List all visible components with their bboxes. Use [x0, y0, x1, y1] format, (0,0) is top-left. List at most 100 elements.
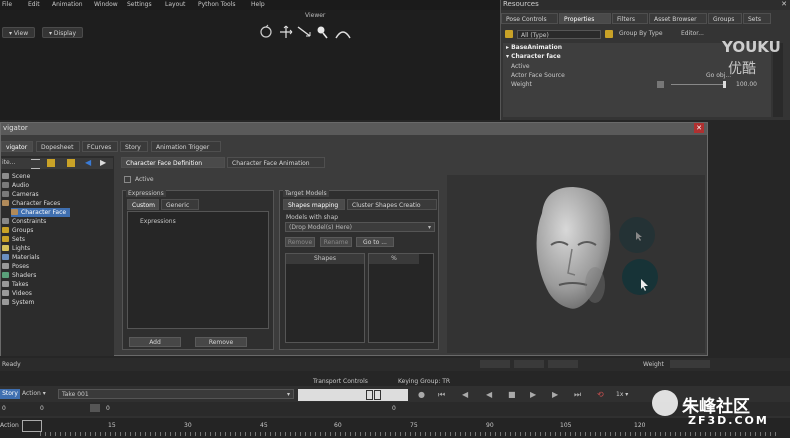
select-arrow-icon[interactable]	[297, 26, 311, 37]
shapes-column[interactable]: Shapes	[285, 253, 365, 343]
play-icon[interactable]: ▶	[530, 390, 536, 399]
resources-close-icon[interactable]: ✕	[781, 0, 787, 8]
back-arrow-icon[interactable]: ◀	[85, 158, 91, 167]
active-checkbox[interactable]	[124, 176, 131, 183]
tree-search-label[interactable]: ite...	[2, 159, 15, 166]
status-field-1[interactable]	[480, 360, 510, 368]
stop-icon[interactable]: ■	[508, 390, 516, 399]
rename-model-button[interactable]: Rename	[320, 237, 352, 247]
take-dropdown[interactable]: Take 001 ▾	[58, 389, 294, 399]
folder-icon[interactable]	[605, 30, 613, 38]
play-reverse-icon[interactable]: ◀	[486, 390, 492, 399]
group-by-dropdown[interactable]: Group By Type	[619, 30, 663, 37]
percent-column[interactable]: %	[368, 253, 434, 343]
timeline-range-bar[interactable]	[298, 389, 408, 401]
playhead-marker[interactable]	[22, 420, 42, 432]
go-to-button[interactable]: Go to ...	[356, 237, 394, 247]
tab-cluster-shapes-creation[interactable]: Cluster Shapes Creatio	[347, 199, 437, 210]
menu-edit[interactable]: Edit	[28, 1, 40, 8]
expressions-list[interactable]: Expressions	[127, 211, 269, 329]
translate-icon[interactable]	[280, 25, 293, 38]
tab-generic[interactable]: Generic	[161, 199, 199, 210]
tab-character-face-animation[interactable]: Character Face Animation	[227, 157, 325, 168]
step-back-icon[interactable]: ◀	[462, 390, 468, 399]
menu-help[interactable]: Help	[251, 1, 265, 8]
rotate-icon[interactable]	[260, 24, 272, 38]
list-icon[interactable]	[31, 159, 40, 169]
tree-item-constraints[interactable]: Constraints	[2, 217, 46, 226]
tab-dopesheet[interactable]: Dopesheet	[36, 141, 80, 152]
tree-item-character-face[interactable]: Character Face	[11, 208, 71, 217]
tab-story[interactable]: Story	[120, 141, 148, 152]
add-expression-button[interactable]: Add	[129, 337, 181, 347]
menu-settings[interactable]: Settings	[127, 1, 152, 8]
tree-item-takes[interactable]: Takes	[2, 280, 28, 289]
menu-window[interactable]: Window	[94, 1, 118, 8]
tree-item-audio[interactable]: Audio	[2, 181, 29, 190]
tree-item-lights[interactable]: Lights	[2, 244, 30, 253]
weight-field[interactable]	[670, 360, 710, 368]
tab-custom[interactable]: Custom	[127, 199, 159, 210]
tab-animation-trigger[interactable]: Animation Trigger	[151, 141, 221, 152]
tree-item-cameras[interactable]: Cameras	[2, 190, 39, 199]
menu-animation[interactable]: Animation	[52, 1, 83, 8]
tree-item-videos[interactable]: Videos	[2, 289, 32, 298]
step-forward-icon[interactable]: ▶	[552, 390, 558, 399]
control-node-lower[interactable]	[622, 259, 658, 295]
zoom-icon[interactable]	[317, 26, 328, 39]
view-menu-button[interactable]: ▾ View	[2, 27, 36, 38]
tab-sets[interactable]: Sets	[743, 13, 771, 24]
goto-end-icon[interactable]: ⏭	[574, 390, 581, 400]
viewer-panel[interactable]: Viewer ▾ View ▾ Display	[0, 10, 500, 120]
frame-field-b[interactable]: 0	[40, 405, 44, 412]
tab-shapes-mapping[interactable]: Shapes mapping	[283, 199, 345, 210]
tree-item-poses[interactable]: Poses	[2, 262, 29, 271]
forward-arrow-icon[interactable]: ▶	[100, 158, 106, 167]
tab-fcurves[interactable]: FCurves	[82, 141, 118, 152]
tab-groups[interactable]: Groups	[708, 13, 742, 24]
tree-item-groups[interactable]: Groups	[2, 226, 33, 235]
tab-pose-controls[interactable]: Pose Controls	[501, 13, 558, 24]
tab-properties[interactable]: Properties	[559, 13, 611, 24]
range-end-handle[interactable]	[374, 390, 381, 400]
status-field-2[interactable]	[514, 360, 544, 368]
navigator-close-icon[interactable]: ✕	[694, 123, 704, 133]
tree-item-materials[interactable]: Materials	[2, 253, 40, 262]
remove-expression-button[interactable]: Remove	[195, 337, 247, 347]
goto-start-icon[interactable]: ⏮	[438, 390, 445, 400]
folder-filter-icon[interactable]	[47, 159, 55, 167]
tree-item-scene[interactable]: Scene	[2, 172, 30, 181]
status-field-3[interactable]	[548, 360, 578, 368]
lock-filter-icon[interactable]	[67, 159, 75, 167]
editor-button[interactable]: Editor...	[681, 30, 704, 37]
right-frame[interactable]: 0	[392, 405, 396, 412]
lock-icon[interactable]	[505, 30, 513, 38]
drop-models-field[interactable]: (Drop Model(s) Here) ▾	[285, 222, 435, 232]
frame-field-a[interactable]: 0	[2, 405, 6, 412]
current-frame[interactable]: 0	[106, 405, 110, 412]
type-filter-dropdown[interactable]: All (Type)	[517, 30, 601, 39]
tab-character-face-definition[interactable]: Character Face Definition	[121, 157, 225, 168]
weight-key-icon[interactable]	[657, 81, 664, 88]
tree-item-sets[interactable]: Sets	[2, 235, 25, 244]
story-mode-button[interactable]: Story	[0, 389, 20, 399]
weight-slider[interactable]	[671, 84, 723, 85]
face-preview-viewport[interactable]	[447, 175, 705, 353]
remove-model-button[interactable]: Remove	[285, 237, 315, 247]
action-mode-dropdown[interactable]: Action ▾	[22, 389, 56, 399]
range-start-handle[interactable]	[366, 390, 373, 400]
orbit-arc-icon[interactable]	[335, 31, 351, 39]
menu-layout[interactable]: Layout	[165, 1, 185, 8]
loop-icon[interactable]: ⟲	[597, 390, 604, 399]
timeline-ruler[interactable]: Action 15 30 45 60 75 90 105 120	[0, 418, 790, 438]
weight-value[interactable]: 100.00	[736, 80, 757, 89]
tab-navigator[interactable]: vigator	[1, 141, 33, 152]
record-icon[interactable]: ●	[418, 390, 425, 399]
weight-slider-handle[interactable]	[723, 81, 726, 88]
tab-filters[interactable]: Filters	[612, 13, 648, 24]
tree-item-system[interactable]: System	[2, 298, 34, 307]
menu-python-tools[interactable]: Python Tools	[198, 1, 236, 8]
tree-item-character-faces[interactable]: Character Faces	[2, 199, 60, 208]
display-menu-button[interactable]: ▾ Display	[42, 27, 84, 38]
tab-asset-browser[interactable]: Asset Browser	[649, 13, 707, 24]
